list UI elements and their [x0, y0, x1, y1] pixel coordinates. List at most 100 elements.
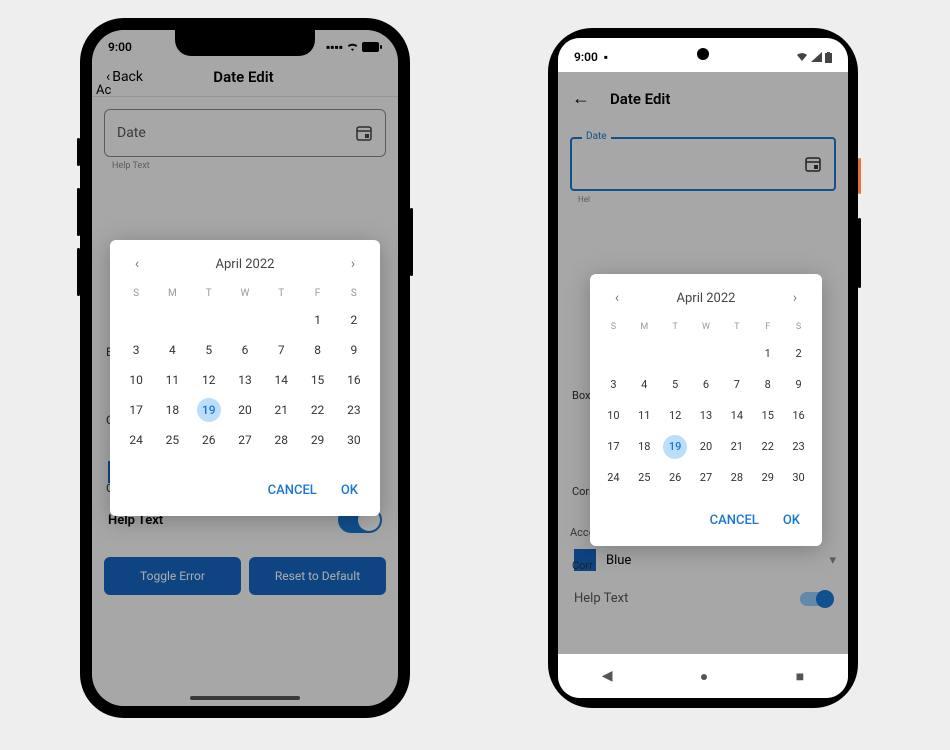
calendar-day[interactable]: 22 — [752, 431, 783, 462]
picker-actions: CANCEL OK — [598, 493, 814, 534]
android-screen: 9:00 ▪ ← Date Edit Date Hel Box Corn Cor… — [558, 38, 848, 698]
calendar-day[interactable]: 17 — [118, 395, 154, 425]
calendar-day[interactable]: 20 — [691, 431, 722, 462]
calendar-day[interactable]: 11 — [629, 400, 660, 431]
calendar-day[interactable]: 27 — [691, 462, 722, 493]
calendar-day[interactable]: 22 — [299, 395, 335, 425]
calendar-day[interactable]: 2 — [336, 305, 372, 335]
calendar-day[interactable]: 25 — [629, 462, 660, 493]
date-picker: ‹ April 2022 › SMTWTFS123456789101112131… — [110, 240, 380, 516]
calendar-day[interactable]: 3 — [118, 335, 154, 365]
calendar-day[interactable]: 20 — [227, 395, 263, 425]
ios-phone-frame: 9:00 ▪▪▪▪ ‹ Back Date Edit Date Help Tex… — [80, 18, 410, 718]
calendar-day[interactable]: 13 — [691, 400, 722, 431]
calendar-day[interactable]: 6 — [691, 369, 722, 400]
calendar-day[interactable]: 15 — [752, 400, 783, 431]
calendar-day[interactable]: 9 — [336, 335, 372, 365]
nav-home-button[interactable]: ● — [700, 668, 708, 685]
side-button — [858, 218, 861, 288]
calendar-day[interactable]: 5 — [191, 335, 227, 365]
nav-back-button[interactable]: ◀ — [602, 668, 613, 684]
month-year-label: April 2022 — [677, 291, 736, 306]
prev-month-button[interactable]: ‹ — [608, 290, 626, 306]
calendar-day[interactable]: 6 — [227, 335, 263, 365]
calendar-day[interactable]: 5 — [660, 369, 691, 400]
calendar-day[interactable]: 7 — [263, 335, 299, 365]
prev-month-button[interactable]: ‹ — [128, 256, 146, 272]
calendar-day[interactable]: 17 — [598, 431, 629, 462]
calendar-day[interactable]: 13 — [227, 365, 263, 395]
ok-button[interactable]: OK — [341, 483, 358, 498]
weekday-header: W — [691, 316, 722, 338]
calendar-day[interactable]: 10 — [598, 400, 629, 431]
calendar-day[interactable]: 21 — [263, 395, 299, 425]
calendar-day[interactable]: 28 — [263, 425, 299, 455]
picker-header: ‹ April 2022 › — [598, 286, 814, 316]
weekday-header: T — [191, 282, 227, 305]
calendar-day[interactable]: 25 — [154, 425, 190, 455]
calendar-day[interactable]: 30 — [783, 462, 814, 493]
nav-recent-button[interactable]: ■ — [796, 668, 804, 685]
android-nav-bar: ◀ ● ■ — [558, 654, 848, 698]
camera-hole — [697, 48, 709, 60]
calendar-day[interactable]: 3 — [598, 369, 629, 400]
calendar-day[interactable]: 4 — [154, 335, 190, 365]
ios-screen: 9:00 ▪▪▪▪ ‹ Back Date Edit Date Help Tex… — [92, 30, 398, 706]
calendar-day[interactable]: 26 — [191, 425, 227, 455]
calendar-day[interactable]: 12 — [191, 365, 227, 395]
signal-icon — [811, 52, 822, 62]
calendar-grid: SMTWTFS123456789101112131415161718192021… — [598, 316, 814, 493]
side-button — [858, 158, 861, 194]
calendar-day[interactable]: 29 — [299, 425, 335, 455]
weekday-header: T — [660, 316, 691, 338]
calendar-day[interactable]: 29 — [752, 462, 783, 493]
calendar-day[interactable]: 11 — [154, 365, 190, 395]
calendar-day[interactable]: 8 — [299, 335, 335, 365]
calendar-day[interactable]: 24 — [598, 462, 629, 493]
cancel-button[interactable]: CANCEL — [710, 513, 759, 528]
status-icons — [796, 52, 832, 63]
calendar-day[interactable]: 16 — [336, 365, 372, 395]
side-button — [77, 248, 80, 296]
calendar-day[interactable]: 14 — [721, 400, 752, 431]
calendar-day[interactable]: 8 — [752, 369, 783, 400]
calendar-day[interactable]: 9 — [783, 369, 814, 400]
calendar-day[interactable]: 21 — [721, 431, 752, 462]
next-month-button[interactable]: › — [786, 290, 804, 306]
calendar-day[interactable]: 19 — [191, 395, 227, 425]
calendar-day[interactable]: 26 — [660, 462, 691, 493]
calendar-grid: SMTWTFS123456789101112131415161718192021… — [118, 282, 372, 455]
cancel-button[interactable]: CANCEL — [268, 483, 317, 498]
weekday-header: T — [263, 282, 299, 305]
calendar-day[interactable]: 4 — [629, 369, 660, 400]
calendar-day[interactable]: 2 — [783, 338, 814, 369]
calendar-day[interactable]: 24 — [118, 425, 154, 455]
picker-actions: CANCEL OK — [118, 455, 372, 504]
weekday-header: F — [299, 282, 335, 305]
calendar-day[interactable]: 28 — [721, 462, 752, 493]
calendar-day[interactable]: 14 — [263, 365, 299, 395]
calendar-day[interactable]: 7 — [721, 369, 752, 400]
calendar-day[interactable]: 30 — [336, 425, 372, 455]
calendar-day[interactable]: 1 — [299, 305, 335, 335]
calendar-day[interactable]: 1 — [752, 338, 783, 369]
calendar-day[interactable]: 16 — [783, 400, 814, 431]
side-button — [77, 138, 80, 166]
calendar-day[interactable]: 12 — [660, 400, 691, 431]
notch — [175, 30, 315, 56]
ok-button[interactable]: OK — [783, 513, 800, 528]
calendar-day[interactable]: 23 — [336, 395, 372, 425]
next-month-button[interactable]: › — [344, 256, 362, 272]
calendar-day[interactable]: 10 — [118, 365, 154, 395]
side-button — [77, 188, 80, 236]
calendar-day[interactable]: 15 — [299, 365, 335, 395]
android-phone-frame: 9:00 ▪ ← Date Edit Date Hel Box Corn Cor… — [548, 28, 858, 708]
battery-icon — [825, 52, 832, 63]
calendar-day[interactable]: 18 — [629, 431, 660, 462]
calendar-day[interactable]: 27 — [227, 425, 263, 455]
calendar-day[interactable]: 18 — [154, 395, 190, 425]
status-left: 9:00 ▪ — [574, 50, 608, 64]
calendar-day[interactable]: 23 — [783, 431, 814, 462]
calendar-day[interactable]: 19 — [660, 431, 691, 462]
weekday-header: M — [629, 316, 660, 338]
